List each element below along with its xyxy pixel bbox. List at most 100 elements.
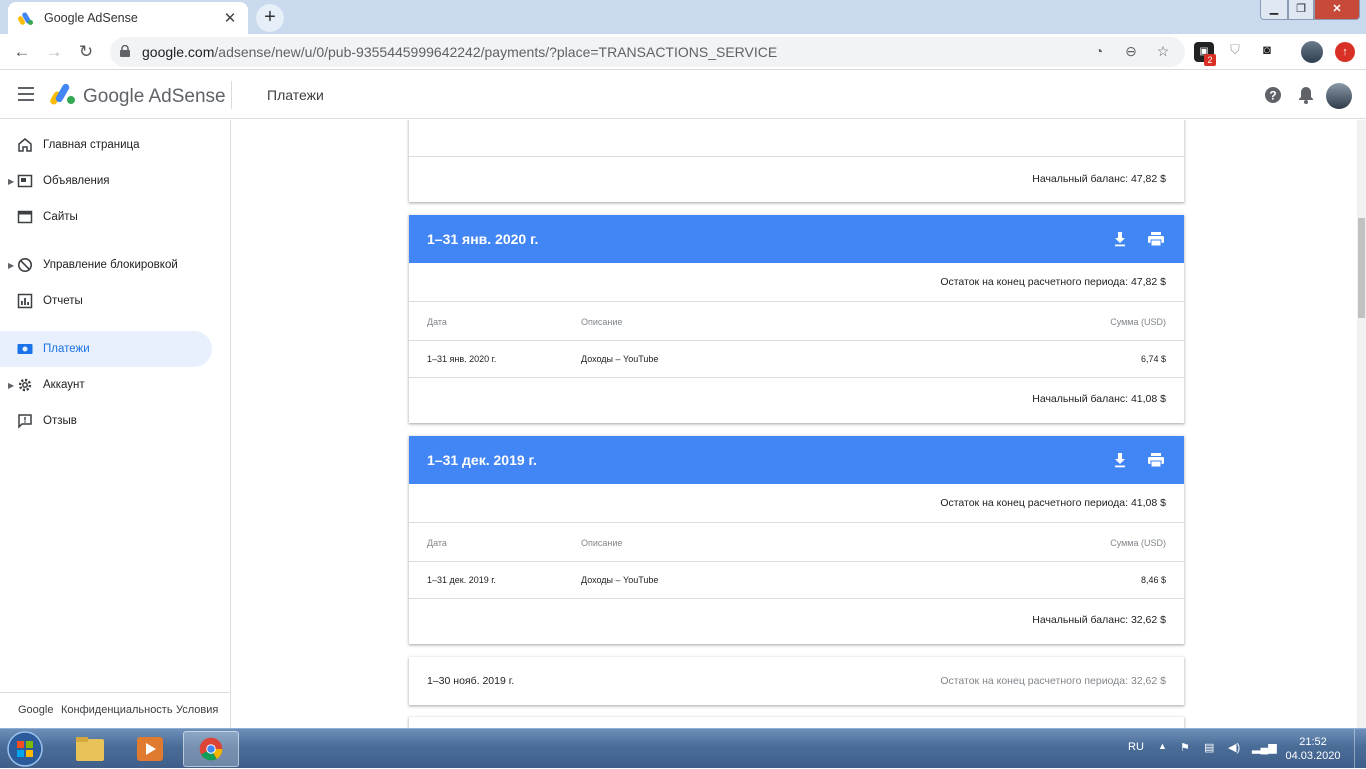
adsense-favicon-icon — [18, 12, 33, 25]
payment-period-card — [409, 717, 1184, 728]
lock-icon — [120, 45, 130, 57]
incognito-ext-icon[interactable]: ◙ — [1257, 42, 1277, 62]
tab-close-icon[interactable]: ✕ — [222, 9, 238, 27]
url-host: google.com — [142, 44, 215, 60]
period-header: 1–31 дек. 2019 г. — [409, 436, 1184, 484]
sidebar-item-ads[interactable]: ▶ Объявления — [0, 163, 212, 199]
sidebar-item-label: Платежи — [43, 343, 90, 355]
expand-arrow-icon[interactable]: ▶ — [8, 261, 14, 270]
column-date: Дата — [427, 538, 447, 548]
table-header: Дата Описание Сумма (USD) — [409, 302, 1184, 341]
zoom-icon[interactable]: ⊖ — [1122, 43, 1140, 61]
opening-balance-row: Начальный баланс: 41,08 $ — [409, 378, 1184, 422]
page-title: Платежи — [267, 87, 324, 103]
clock-date: 04.03.2020 — [1285, 750, 1341, 762]
download-icon[interactable] — [1113, 231, 1127, 247]
sidebar-item-label: Главная страница — [43, 139, 140, 151]
payment-period-card: 1–31 янв. 2020 г. Остаток на конец расче… — [409, 215, 1184, 423]
closing-balance-row: Остаток на конец расчетного периода: 47,… — [409, 263, 1184, 302]
sidebar-item-sites[interactable]: Сайты — [0, 199, 212, 235]
opening-balance: Начальный баланс: 47,82 $ — [1032, 173, 1166, 185]
device-icon[interactable]: ▤ — [1204, 741, 1214, 754]
row-amount: 8,46 $ — [1140, 575, 1166, 585]
period-title: 1–31 дек. 2019 г. — [427, 452, 537, 468]
sidebar-footer: Google Конфиденциальность Условия — [0, 692, 231, 728]
expand-arrow-icon[interactable]: ▶ — [8, 177, 14, 186]
sidebar-item-label: Отчеты — [43, 295, 83, 307]
taskbar: RU ▲ ⚑ ▤ ◀) ▂▄▆ 21:52 04.03.2020 — [0, 728, 1366, 769]
address-bar[interactable]: google.com/adsense/new/u/0/pub-935544599… — [110, 37, 1185, 67]
windows-start-button[interactable] — [4, 730, 46, 768]
privacy-link[interactable]: Конфиденциальность — [61, 704, 173, 716]
payment-period-card-collapsed[interactable]: 1–30 нояб. 2019 г. Остаток на конец расч… — [409, 657, 1184, 705]
tab-title: Google AdSense — [44, 11, 138, 25]
download-icon[interactable] — [1113, 452, 1127, 468]
tray-expand-icon[interactable]: ▲ — [1158, 741, 1167, 751]
table-row: 1–31 дек. 2019 г. Доходы – YouTube 8,46 … — [409, 562, 1184, 599]
row-description: Доходы – YouTube — [581, 575, 659, 585]
new-tab-button[interactable]: + — [256, 4, 284, 32]
chrome-taskbar-icon[interactable] — [183, 731, 239, 767]
print-icon[interactable] — [1147, 452, 1165, 468]
adsense-logo — [50, 83, 75, 105]
opening-balance: Начальный баланс: 32,62 $ — [1032, 614, 1166, 626]
menu-icon[interactable] — [18, 87, 34, 101]
account-avatar[interactable] — [1326, 83, 1352, 109]
reports-icon — [17, 293, 33, 309]
cookie-blocked-icon[interactable]: ◔ — [1090, 43, 1108, 61]
terms-link[interactable]: Условия — [176, 704, 218, 716]
period-title: 1–30 нояб. 2019 г. — [427, 675, 515, 687]
forward-arrow-icon[interactable]: → — [42, 40, 66, 64]
profile-avatar[interactable] — [1301, 41, 1323, 63]
sidebar-item-blocking[interactable]: ▶ Управление блокировкой — [0, 247, 212, 283]
column-description: Описание — [581, 538, 623, 548]
period-header: 1–31 янв. 2020 г. — [409, 215, 1184, 263]
network-signal-icon[interactable]: ▂▄▆ — [1252, 741, 1277, 754]
show-desktop-button[interactable] — [1354, 729, 1366, 769]
google-link[interactable]: Google — [18, 704, 53, 716]
table-row: 1–31 янв. 2020 г. Доходы – YouTube 6,74 … — [409, 341, 1184, 378]
explorer-taskbar-icon[interactable] — [62, 731, 118, 767]
sidebar-item-reports[interactable]: Отчеты — [0, 283, 212, 319]
period-title: 1–31 янв. 2020 г. — [427, 231, 539, 247]
column-amount: Сумма (USD) — [1110, 317, 1166, 327]
home-icon — [18, 138, 32, 152]
sidebar-item-payments[interactable]: Платежи — [0, 331, 212, 367]
language-indicator[interactable]: RU — [1128, 741, 1144, 753]
browser-tab[interactable]: Google AdSense ✕ — [8, 2, 248, 34]
expand-arrow-icon[interactable]: ▶ — [8, 381, 14, 390]
clock-time: 21:52 — [1299, 736, 1327, 748]
update-icon[interactable]: ↑ — [1335, 42, 1355, 62]
url-text[interactable]: google.com/adsense/new/u/0/pub-935544599… — [142, 44, 777, 60]
svg-text:?: ? — [1269, 89, 1276, 103]
row-amount: 6,74 $ — [1140, 354, 1166, 364]
print-icon[interactable] — [1147, 231, 1165, 247]
window-close-button[interactable]: ✕ — [1314, 0, 1360, 20]
payment-period-card: Начальный баланс: 47,82 $ — [409, 120, 1184, 202]
volume-icon[interactable]: ◀) — [1228, 741, 1240, 754]
bell-icon[interactable] — [1296, 85, 1316, 105]
window-maximize-button[interactable]: ❐ — [1288, 0, 1314, 20]
main-content: Начальный баланс: 47,82 $ 1–31 янв. 2020… — [232, 120, 1357, 728]
system-clock[interactable]: 21:52 04.03.2020 — [1285, 735, 1341, 763]
window-minimize-button[interactable]: ▁ — [1260, 0, 1288, 20]
header-divider — [231, 81, 232, 109]
shield-icon[interactable]: ⛉ — [1225, 42, 1245, 62]
extension-badge: 2 — [1204, 54, 1216, 66]
column-description: Описание — [581, 317, 623, 327]
action-center-flag-icon[interactable]: ⚑ — [1180, 741, 1190, 754]
app-header: Google AdSense Платежи ? — [0, 71, 1366, 119]
sidebar-item-home[interactable]: Главная страница — [0, 127, 212, 163]
page-scrollbar[interactable] — [1357, 120, 1366, 728]
sites-icon — [17, 210, 33, 224]
scrollbar-thumb[interactable] — [1358, 218, 1365, 318]
reload-icon[interactable]: ↻ — [74, 40, 98, 64]
bookmark-star-icon[interactable]: ☆ — [1154, 43, 1172, 61]
sidebar-item-feedback[interactable]: Отзыв — [0, 403, 212, 439]
table-header: Дата Описание Сумма (USD) — [409, 523, 1184, 562]
media-player-taskbar-icon[interactable] — [122, 731, 178, 767]
sidebar-item-account[interactable]: ▶ Аккаунт — [0, 367, 212, 403]
row-description: Доходы – YouTube — [581, 354, 659, 364]
help-icon[interactable]: ? — [1263, 85, 1283, 105]
back-arrow-icon[interactable]: ← — [10, 40, 34, 64]
